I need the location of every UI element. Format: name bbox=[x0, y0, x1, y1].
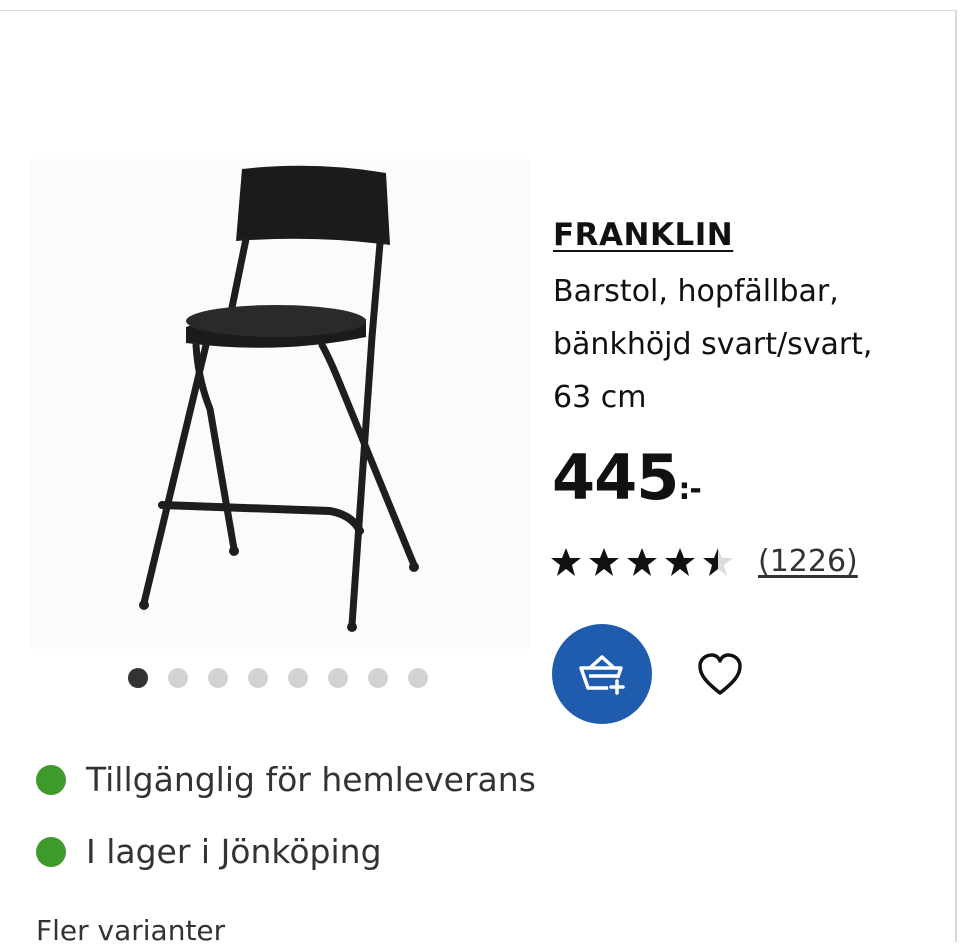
product-rating[interactable]: (1226) bbox=[550, 544, 858, 579]
rating-stars bbox=[550, 546, 734, 578]
status-dot-available bbox=[36, 764, 66, 795]
star-icon bbox=[626, 546, 658, 578]
cart-add-icon bbox=[579, 655, 626, 696]
bar-stool-image bbox=[139, 165, 419, 632]
product-image[interactable] bbox=[30, 159, 530, 649]
product-description: Barstol, hopfällbar, bänkhöjd svart/svar… bbox=[553, 274, 873, 415]
add-to-cart-button[interactable] bbox=[552, 624, 652, 724]
more-variants-heading[interactable]: Fler varianter bbox=[36, 914, 225, 947]
star-icon bbox=[550, 546, 582, 578]
star-icon bbox=[664, 546, 696, 578]
carousel-dot[interactable] bbox=[128, 668, 148, 688]
heart-icon bbox=[698, 653, 742, 695]
status-dot-available bbox=[36, 836, 66, 867]
carousel-dot[interactable] bbox=[328, 668, 348, 688]
image-carousel-dots[interactable] bbox=[128, 668, 428, 690]
carousel-dot[interactable] bbox=[368, 668, 388, 688]
price-value: 445 bbox=[552, 441, 679, 514]
star-icon bbox=[702, 546, 734, 578]
star-icon bbox=[588, 546, 620, 578]
carousel-dot[interactable] bbox=[168, 668, 188, 688]
availability-label: I lager i Jönköping bbox=[86, 832, 382, 871]
carousel-dot[interactable] bbox=[288, 668, 308, 688]
carousel-dot[interactable] bbox=[208, 668, 228, 688]
availability-store-stock: I lager i Jönköping bbox=[36, 832, 382, 871]
carousel-dot[interactable] bbox=[248, 668, 268, 688]
availability-label: Tillgänglig för hemleverans bbox=[86, 760, 536, 799]
price-suffix: :- bbox=[678, 472, 701, 507]
product-name-link[interactable]: FRANKLIN bbox=[553, 217, 733, 253]
wishlist-button[interactable] bbox=[696, 652, 744, 698]
product-price: 445:- bbox=[552, 441, 702, 514]
availability-home-delivery: Tillgänglig för hemleverans bbox=[36, 760, 536, 799]
review-count-link[interactable]: (1226) bbox=[758, 544, 858, 579]
product-card: FRANKLIN Barstol, hopfällbar, bänkhöjd s… bbox=[0, 10, 957, 947]
carousel-dot[interactable] bbox=[408, 668, 428, 688]
